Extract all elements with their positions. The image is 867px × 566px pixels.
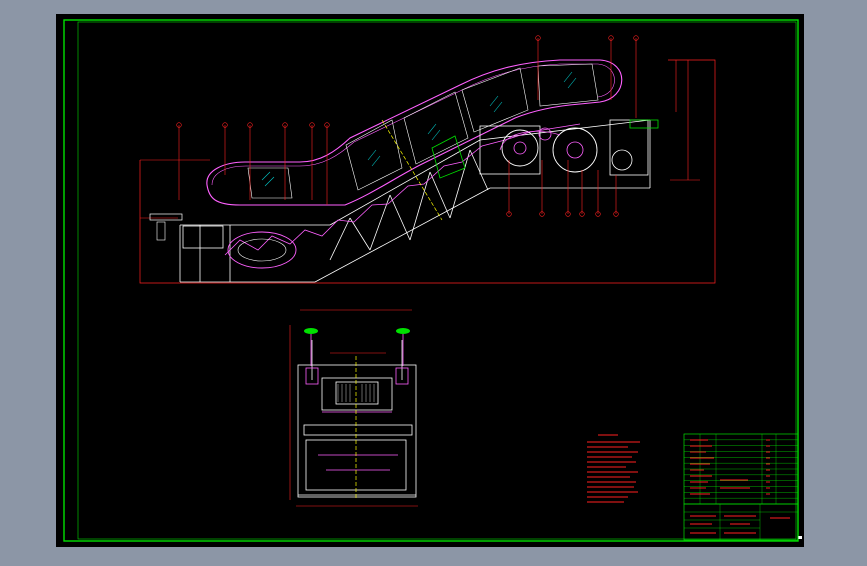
cad-viewport [0, 0, 867, 562]
cad-drawing-canvas [56, 14, 804, 547]
left-handrail-head [304, 328, 318, 334]
drawing-sheet [56, 14, 804, 547]
right-handrail-head [396, 328, 410, 334]
corner-marker [798, 536, 802, 539]
